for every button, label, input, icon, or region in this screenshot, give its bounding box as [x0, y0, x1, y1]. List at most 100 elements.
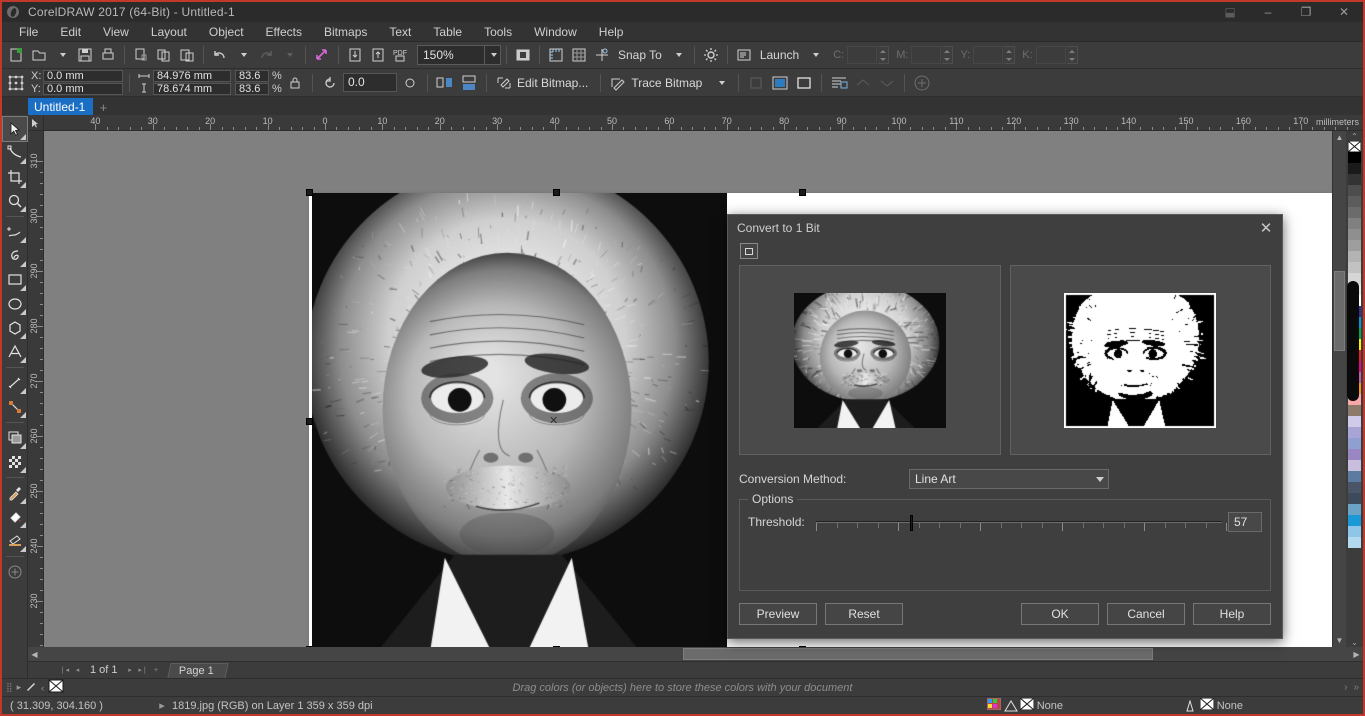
- palette-scroll-down-icon[interactable]: ⌄: [1348, 638, 1361, 647]
- copy-icon[interactable]: [153, 44, 175, 66]
- save-icon[interactable]: [74, 44, 96, 66]
- menu-tools[interactable]: Tools: [473, 23, 523, 41]
- menu-table[interactable]: Table: [422, 23, 473, 41]
- polygon-tool[interactable]: [3, 316, 27, 340]
- snap-to-label[interactable]: Snap To: [614, 48, 666, 62]
- horizontal-scrollbar[interactable]: ◀ ▶: [28, 647, 1363, 661]
- scroll-down-icon[interactable]: ▼: [1333, 634, 1346, 647]
- threshold-value-input[interactable]: 57: [1228, 512, 1262, 532]
- menu-help[interactable]: Help: [588, 23, 635, 41]
- palette-swatch[interactable]: [1348, 471, 1361, 482]
- prev-page-icon[interactable]: ◂: [71, 664, 84, 677]
- cmyk-c-spinner[interactable]: [878, 46, 889, 64]
- cmyk-m-field[interactable]: [911, 46, 941, 64]
- color-palette[interactable]: ⌃ ⌄: [1346, 131, 1363, 647]
- close-button[interactable]: ✕: [1325, 2, 1363, 22]
- lock-ratio-icon[interactable]: [284, 72, 306, 94]
- dialog-close-button[interactable]: ✕: [1256, 218, 1276, 238]
- search-content-icon[interactable]: [311, 44, 333, 66]
- menu-effects[interactable]: Effects: [255, 23, 313, 41]
- menu-layout[interactable]: Layout: [140, 23, 198, 41]
- menu-text[interactable]: Text: [378, 23, 422, 41]
- import-icon[interactable]: [344, 44, 366, 66]
- edit-bitmap-icon[interactable]: [493, 72, 515, 94]
- slider-handle[interactable]: [910, 515, 913, 531]
- selection-handle-n[interactable]: [553, 189, 560, 196]
- open-document-icon[interactable]: [28, 44, 50, 66]
- menu-bitmaps[interactable]: Bitmaps: [313, 23, 378, 41]
- cmyk-k-field[interactable]: [1036, 46, 1066, 64]
- next-page-icon[interactable]: ▸: [124, 664, 137, 677]
- add-tool-icon[interactable]: [3, 560, 27, 584]
- vertical-scroll-thumb[interactable]: [1334, 271, 1345, 351]
- trace-bitmap-button[interactable]: Trace Bitmap: [631, 76, 708, 90]
- edit-bitmap-button[interactable]: Edit Bitmap...: [517, 76, 594, 90]
- fill-indicator[interactable]: None: [987, 698, 1063, 713]
- reset-button[interactable]: Reset: [825, 603, 903, 625]
- selection-handle-nw[interactable]: [306, 189, 313, 196]
- cmyk-k-spinner[interactable]: [1067, 46, 1078, 64]
- add-tab-icon[interactable]: +: [93, 99, 113, 115]
- zoom-level-combo[interactable]: 150%: [417, 45, 501, 65]
- help-button[interactable]: Help: [1193, 603, 1271, 625]
- straight-line-connector-tool[interactable]: [3, 395, 27, 419]
- horizontal-ruler[interactable]: millimeters 4030201001020304050607080901…: [44, 115, 1363, 131]
- crop-tool[interactable]: [3, 165, 27, 189]
- drop-bar-arrow-icon[interactable]: ▸: [17, 682, 22, 693]
- palette-swatch[interactable]: [1348, 262, 1361, 273]
- palette-swatch[interactable]: [1348, 218, 1361, 229]
- palette-swatch[interactable]: [1348, 537, 1361, 548]
- palette-swatch[interactable]: [1348, 152, 1361, 163]
- palette-swatch[interactable]: [1348, 438, 1361, 449]
- transparency-tool[interactable]: [3, 450, 27, 474]
- drop-bar-expand-icon[interactable]: »: [1353, 682, 1359, 693]
- no-color-swatch-icon[interactable]: [48, 679, 64, 696]
- export-icon[interactable]: [367, 44, 389, 66]
- color-drop-bar[interactable]: ⣿ ▸ ‹ Drag colors (or objects) here to s…: [2, 678, 1363, 696]
- mirror-vertical-icon[interactable]: [458, 72, 480, 94]
- y-input[interactable]: 0.0 mm: [43, 83, 123, 95]
- palette-scroll-up-icon[interactable]: ⌃: [1348, 132, 1361, 141]
- trace-bitmap-icon[interactable]: [607, 72, 629, 94]
- text-wrap-icon[interactable]: [828, 72, 850, 94]
- print-icon[interactable]: [97, 44, 119, 66]
- palette-swatch-none[interactable]: [1348, 141, 1361, 152]
- ok-button[interactable]: OK: [1021, 603, 1099, 625]
- preview-pane-toggle-icon[interactable]: [740, 243, 758, 259]
- ruler-origin-icon[interactable]: [28, 115, 44, 131]
- palette-swatch[interactable]: [1348, 416, 1361, 427]
- show-guidelines-icon[interactable]: [591, 44, 613, 66]
- rotation-center-icon[interactable]: [399, 72, 421, 94]
- options-gear-icon[interactable]: [700, 44, 722, 66]
- zoom-tool[interactable]: [3, 189, 27, 213]
- palette-swatch[interactable]: [1348, 185, 1361, 196]
- snap-to-dropdown-icon[interactable]: [667, 44, 689, 66]
- publish-pdf-icon[interactable]: PDF: [390, 44, 412, 66]
- palette-swatch[interactable]: [1348, 526, 1361, 537]
- launch-icon[interactable]: [733, 44, 755, 66]
- conversion-method-select[interactable]: Line Art: [909, 469, 1109, 489]
- pick-tool[interactable]: [3, 117, 27, 141]
- full-screen-preview-icon[interactable]: [512, 44, 534, 66]
- freehand-tool[interactable]: [3, 220, 27, 244]
- boundary-icon[interactable]: [793, 72, 815, 94]
- show-grid-icon[interactable]: [568, 44, 590, 66]
- menu-object[interactable]: Object: [198, 23, 255, 41]
- drop-bar-handle-icon[interactable]: ⣿: [6, 682, 13, 693]
- selection-handle-ne[interactable]: [799, 189, 806, 196]
- undo-icon[interactable]: [209, 44, 231, 66]
- menu-file[interactable]: File: [8, 23, 49, 41]
- vertical-ruler[interactable]: 310300290280270260250240230220: [28, 131, 44, 647]
- palette-swatch[interactable]: [1348, 504, 1361, 515]
- palette-swatch[interactable]: [1348, 196, 1361, 207]
- restore-button[interactable]: ❐: [1287, 2, 1325, 22]
- palette-swatch[interactable]: [1348, 229, 1361, 240]
- interactive-fill-tool[interactable]: [3, 505, 27, 529]
- cmyk-c-field[interactable]: [847, 46, 877, 64]
- scroll-right-icon[interactable]: ▶: [1350, 647, 1363, 661]
- palette-swatch[interactable]: [1348, 460, 1361, 471]
- launch-label[interactable]: Launch: [756, 48, 803, 62]
- object-origin-icon[interactable]: [5, 72, 27, 94]
- scale-height-input[interactable]: 83.6: [235, 83, 269, 95]
- palette-swatch[interactable]: [1348, 174, 1361, 185]
